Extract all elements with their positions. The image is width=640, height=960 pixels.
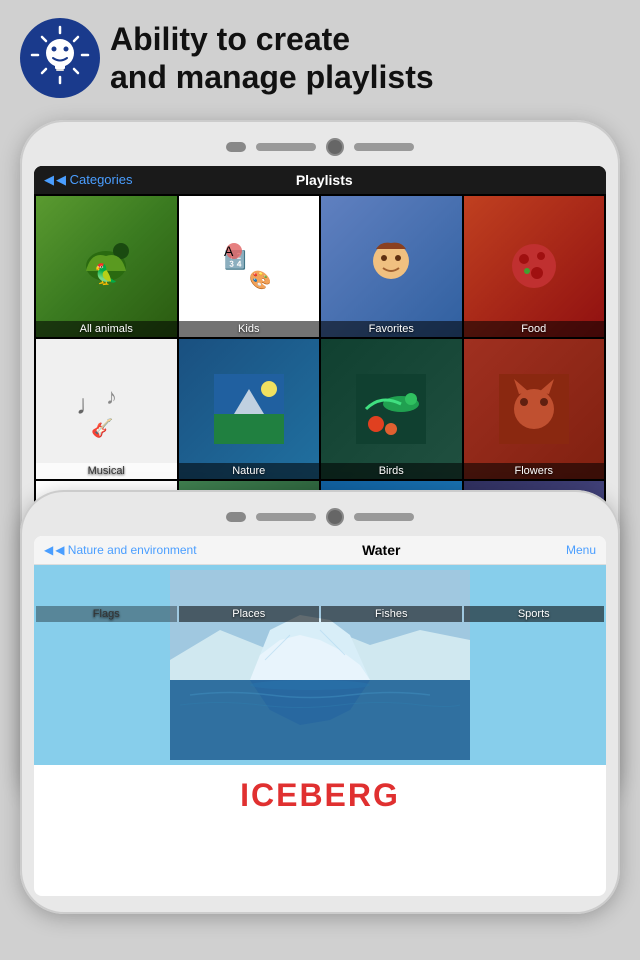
grid-label-nature: Nature xyxy=(179,463,320,479)
back-chevron-2: ◀ xyxy=(44,543,53,557)
phone-1-top-bar xyxy=(34,138,606,156)
svg-text:♩: ♩ xyxy=(76,389,104,420)
svg-text:♪: ♪ xyxy=(106,384,117,409)
screen-2-back-button[interactable]: ◀ ◀ Nature and environment xyxy=(44,543,197,557)
back-label: ◀ Categories xyxy=(56,172,132,188)
screen-2-menu-button[interactable]: Menu xyxy=(566,543,596,557)
grid-item-favorites[interactable]: Favorites xyxy=(321,196,462,337)
grid-label-food: Food xyxy=(464,321,605,337)
grid-label-favorites: Favorites xyxy=(321,321,462,337)
grid-item-food[interactable]: Food xyxy=(464,196,605,337)
screen-1-nav: ◀ ◀ Categories Playlists xyxy=(34,166,606,194)
grid-label-musical: Musical xyxy=(36,463,177,479)
grid-label-sports: Sports xyxy=(464,606,605,622)
phone-2-top-bar xyxy=(34,508,606,526)
grid-label-birds: Birds xyxy=(321,463,462,479)
flashcard-word: ICEBERG xyxy=(34,765,606,820)
screen-2-back-label: ◀ Nature and environment xyxy=(55,543,196,557)
grid-item-musical[interactable]: ♩ ♪ 🎸 Musical xyxy=(36,339,177,480)
phone-2-screen: ◀ ◀ Nature and environment Water Menu xyxy=(34,536,606,896)
back-button[interactable]: ◀ ◀ Categories xyxy=(44,172,132,188)
grid-label-all-animals: All animals xyxy=(36,321,177,337)
grid-item-kids[interactable]: 🔢 🎨 A Kids xyxy=(179,196,320,337)
grid-label-flowers: Flowers xyxy=(464,463,605,479)
screen-1-title: Playlists xyxy=(132,172,516,188)
svg-text:A: A xyxy=(224,243,234,259)
logo-icon xyxy=(30,25,90,91)
grid-label-flags: Flags xyxy=(36,606,177,622)
screen-2-nav: ◀ ◀ Nature and environment Water Menu xyxy=(34,536,606,565)
app-header: Ability to create and manage playlists xyxy=(0,0,640,108)
phone-2-body: ◀ ◀ Nature and environment Water Menu xyxy=(20,490,620,914)
phone-2: ◀ ◀ Nature and environment Water Menu xyxy=(20,490,620,914)
back-chevron: ◀ xyxy=(44,172,54,188)
app-logo xyxy=(20,18,100,98)
header-title: Ability to create and manage playlists xyxy=(110,20,434,97)
grid-item-birds[interactable]: Birds xyxy=(321,339,462,480)
screen-2-title: Water xyxy=(197,542,566,558)
grid-label-places: Places xyxy=(179,606,320,622)
iceberg-image xyxy=(34,565,606,765)
grid-item-flowers[interactable]: Flowers xyxy=(464,339,605,480)
grid-label-kids: Kids xyxy=(179,321,320,337)
grid-item-nature[interactable]: Nature xyxy=(179,339,320,480)
svg-text:🎸: 🎸 xyxy=(91,417,113,439)
svg-text:🎨: 🎨 xyxy=(249,269,271,290)
grid-item-all-animals[interactable]: 🦜 All animals xyxy=(36,196,177,337)
grid-label-fishes: Fishes xyxy=(321,606,462,622)
svg-text:🦜: 🦜 xyxy=(94,262,119,286)
